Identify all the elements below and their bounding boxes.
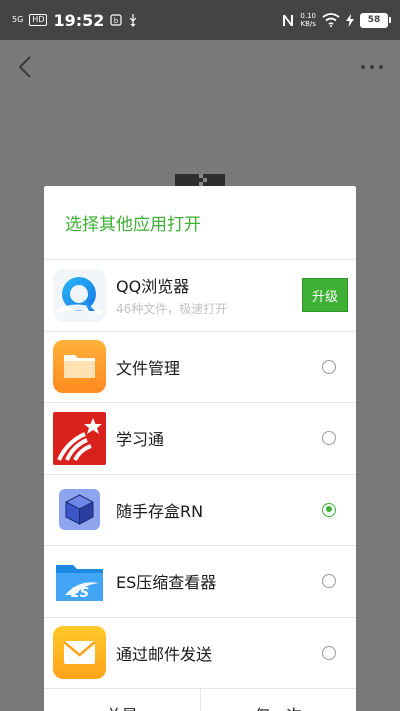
status-left: 5G HD 19:52 b — [12, 11, 138, 30]
open-with-dialog: 选择其他应用打开 QQ浏览器 46种文件，极速打开 升级 文件管理 学习通 随手… — [44, 186, 356, 711]
app-name: 通过邮件发送 — [116, 644, 213, 664]
app-name: 学习通 — [116, 430, 165, 450]
app-subtitle: 46种文件，极速打开 — [116, 302, 228, 317]
app-notification-icon: b — [110, 14, 123, 26]
radio-button-selected[interactable] — [322, 502, 336, 517]
app-text: ES压缩查看器 — [116, 569, 216, 593]
app-row-mail[interactable]: 通过邮件发送 — [44, 618, 356, 689]
more-options-icon[interactable] — [360, 64, 384, 70]
es-folder-icon: ES — [53, 554, 106, 608]
app-name: ES压缩查看器 — [116, 573, 217, 593]
app-row-es-viewer[interactable]: ES ES压缩查看器 — [44, 546, 356, 618]
usb-icon — [129, 13, 137, 27]
radio-button[interactable] — [322, 645, 336, 660]
app-name: QQ浏览器 — [116, 277, 190, 297]
app-name: 文件管理 — [116, 358, 181, 378]
app-text: 通过邮件发送 — [116, 641, 212, 665]
app-bar — [0, 40, 400, 94]
clock: 19:52 — [53, 10, 105, 30]
svg-text:b: b — [114, 17, 119, 25]
network-indicator: 5G — [12, 15, 24, 24]
app-text: QQ浏览器 46种文件，极速打开 — [116, 273, 227, 317]
always-button[interactable]: 总是 — [44, 688, 200, 711]
net-speed-unit: KB/s — [300, 20, 316, 28]
mail-icon — [53, 626, 106, 680]
nfc-icon — [283, 14, 294, 26]
net-speed-value: 0.10 — [300, 12, 316, 20]
app-row-file-manager[interactable]: 文件管理 — [44, 332, 356, 403]
radio-button[interactable] — [322, 359, 336, 374]
xuexitong-icon — [53, 411, 106, 465]
back-arrow-icon[interactable] — [16, 55, 36, 79]
just-once-button[interactable]: 仅一次 — [199, 688, 357, 711]
app-row-qq-browser[interactable]: QQ浏览器 46种文件，极速打开 升级 — [44, 260, 356, 332]
status-bar: 5G HD 19:52 b 0.10 KB/s 58 — [0, 0, 400, 40]
radio-button[interactable] — [322, 431, 336, 446]
status-right: 0.10 KB/s 58 — [282, 12, 391, 28]
radio-button[interactable] — [322, 574, 336, 589]
app-text: 文件管理 — [116, 355, 180, 379]
dialog-footer: 总是 仅一次 — [44, 688, 356, 711]
app-row-cube-box[interactable]: 随手存盒RN — [44, 475, 356, 546]
app-name: 随手存盒RN — [116, 501, 204, 521]
dialog-title: 选择其他应用打开 — [44, 186, 356, 260]
wifi-icon — [322, 13, 340, 27]
app-text: 学习通 — [116, 426, 164, 450]
net-speed: 0.10 KB/s — [300, 12, 316, 28]
upgrade-button[interactable]: 升级 — [302, 278, 348, 313]
charging-icon — [346, 13, 354, 27]
file-manager-icon — [53, 340, 106, 394]
svg-text:ES: ES — [71, 586, 89, 601]
app-row-xuexitong[interactable]: 学习通 — [44, 403, 356, 475]
app-text: 随手存盒RN — [116, 498, 203, 522]
hd-indicator: HD — [29, 14, 48, 26]
battery-indicator: 58 — [360, 12, 391, 28]
qq-browser-icon — [53, 268, 106, 322]
cube-box-icon — [53, 483, 106, 537]
